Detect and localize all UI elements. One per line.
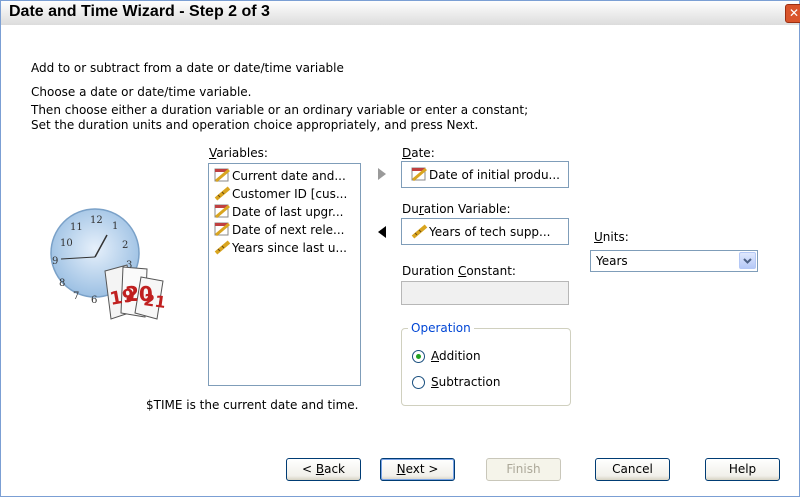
duration-variable-label: Duration Variable:	[402, 202, 511, 216]
cancel-button[interactable]: Cancel	[595, 458, 670, 481]
window-title: Date and Time Wizard - Step 2 of 3	[9, 3, 270, 20]
date-variable-icon	[214, 168, 230, 183]
instruction-heading: Add to or subtract from a date or date/t…	[31, 61, 344, 75]
duration-constant-input[interactable]	[401, 281, 569, 305]
units-selected-value: Years	[596, 254, 628, 268]
scale-variable-icon	[214, 186, 231, 201]
list-item[interactable]: Customer ID [cus...	[213, 185, 347, 203]
list-item[interactable]: Current date and...	[213, 167, 346, 185]
wizard-window: Date and Time Wizard - Step 2 of 3 ✕ Add…	[0, 0, 800, 497]
svg-text:2: 2	[122, 240, 128, 251]
svg-text:6: 6	[91, 295, 97, 306]
units-label: Units:	[594, 230, 629, 244]
instruction-text-3: Set the duration units and operation cho…	[31, 118, 479, 132]
finish-button[interactable]: Finish	[486, 458, 561, 481]
addition-radio-button[interactable]	[412, 350, 425, 363]
list-item[interactable]: Date of last upgr...	[213, 203, 343, 221]
addition-label: Addition	[431, 349, 481, 363]
move-to-duration-arrow-icon[interactable]	[376, 224, 388, 240]
svg-text:1: 1	[112, 221, 118, 232]
close-icon[interactable]: ✕	[785, 4, 800, 23]
svg-text:7: 7	[73, 291, 79, 302]
scale-variable-icon	[214, 240, 231, 255]
variables-list[interactable]: Current date and... Customer ID [cus... …	[208, 163, 361, 386]
variables-label: Variables:	[209, 146, 268, 160]
date-label: Date:	[402, 146, 435, 160]
date-variable-icon	[214, 204, 230, 219]
title-bar[interactable]: Date and Time Wizard - Step 2 of 3 ✕	[1, 1, 800, 26]
svg-text:11: 11	[70, 222, 83, 233]
date-variable-icon	[411, 167, 427, 182]
instruction-text-1: Choose a date or date/time variable.	[31, 85, 252, 99]
units-select[interactable]: Years	[590, 250, 758, 272]
help-button[interactable]: Help	[705, 458, 780, 481]
operation-group: Operation Addition Subtraction	[401, 321, 571, 406]
list-item[interactable]: Years since last u...	[213, 239, 347, 257]
svg-text:12: 12	[90, 215, 103, 226]
svg-text:8: 8	[59, 278, 65, 289]
svg-text:21: 21	[142, 290, 167, 312]
date-variable-icon	[214, 222, 230, 237]
scale-variable-icon	[411, 224, 428, 239]
operation-group-title: Operation	[408, 321, 474, 335]
duration-constant-label: Duration Constant:	[402, 264, 516, 278]
subtraction-label: Subtraction	[431, 375, 501, 389]
svg-text:10: 10	[60, 238, 73, 249]
instruction-text-2: Then choose either a duration variable o…	[31, 103, 529, 117]
back-button[interactable]: < Back	[286, 458, 361, 481]
radio-selected-dot	[416, 354, 421, 359]
time-note: $TIME is the current date and time.	[146, 398, 359, 412]
chevron-down-icon[interactable]	[739, 252, 756, 269]
next-button[interactable]: Next >	[380, 458, 455, 481]
subtraction-radio-button[interactable]	[412, 376, 425, 389]
date-variable-field[interactable]: Date of initial produ...	[401, 161, 569, 188]
duration-variable-field[interactable]: Years of tech supp...	[401, 218, 569, 245]
list-item[interactable]: Date of next rele...	[213, 221, 345, 239]
clock-calendar-illustration: 1212 31011 987 6 19 20 21	[50, 208, 167, 320]
move-to-date-arrow-icon[interactable]	[376, 166, 388, 182]
svg-text:9: 9	[52, 256, 58, 267]
